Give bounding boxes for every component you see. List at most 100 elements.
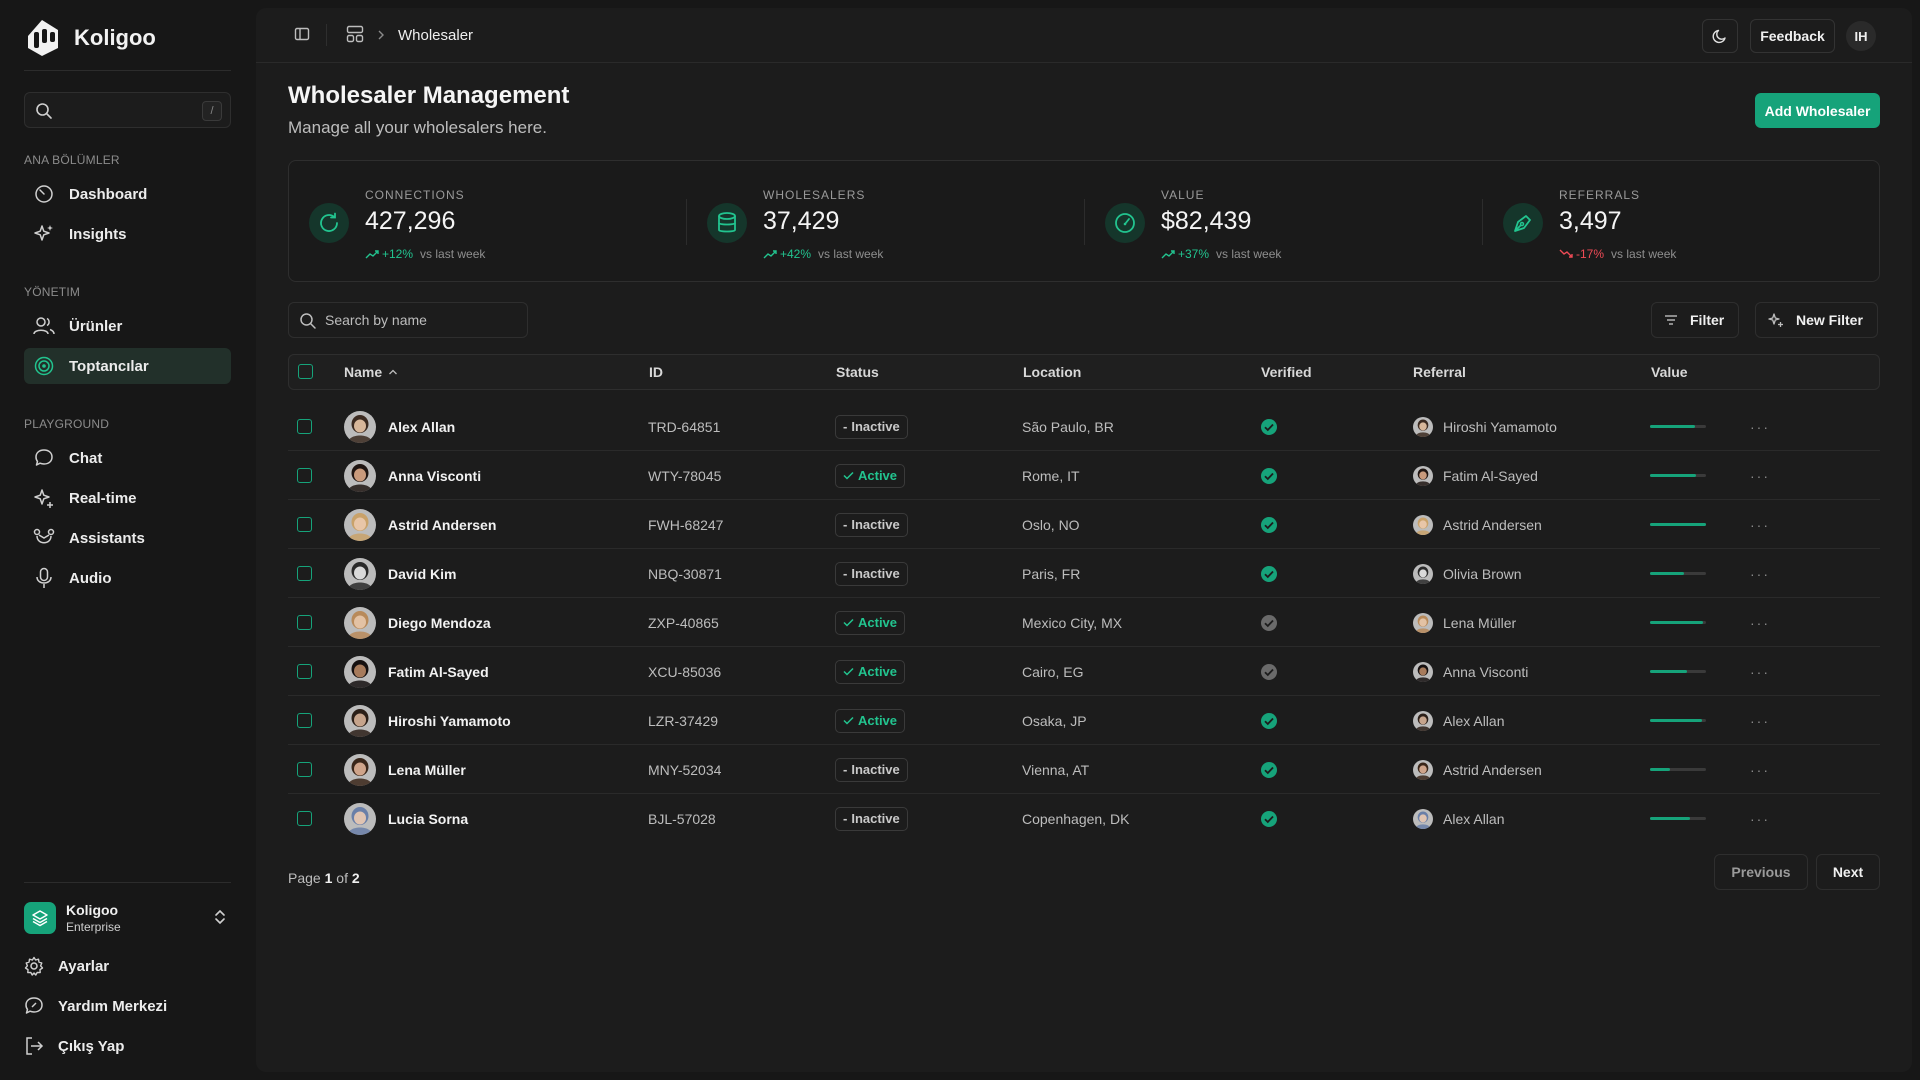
- name-cell[interactable]: Diego Mendoza: [344, 598, 491, 647]
- table-row[interactable]: Lena Müller MNY-52034 - Inactive Vienna, AT A…: [288, 745, 1880, 794]
- name-cell[interactable]: Fatim Al-Sayed: [344, 647, 489, 696]
- column-header-id: ID: [649, 364, 663, 380]
- name-cell[interactable]: Alex Allan: [344, 402, 455, 451]
- table-row[interactable]: Lucia Sorna BJL-57028 - Inactive Copenhagen,…: [288, 794, 1880, 843]
- value-bar: [1650, 768, 1706, 771]
- row-actions-button[interactable]: ···: [1750, 451, 1770, 500]
- table-row[interactable]: Alex Allan TRD-64851 - Inactive São Paulo, B…: [288, 402, 1880, 451]
- row-checkbox[interactable]: [297, 615, 312, 630]
- name-cell[interactable]: Lena Müller: [344, 745, 466, 794]
- row-checkbox[interactable]: [297, 566, 312, 581]
- refresh-icon: [309, 203, 349, 243]
- table-row[interactable]: Anna Visconti WTY-78045 Active Rome, IT Fati…: [288, 451, 1880, 500]
- row-actions-button[interactable]: ···: [1750, 402, 1770, 451]
- sidebar-item-cikis-yap[interactable]: Çıkış Yap: [24, 1031, 124, 1061]
- referral-cell: Astrid Andersen: [1413, 745, 1542, 794]
- row-checkbox[interactable]: [297, 517, 312, 532]
- row-checkbox[interactable]: [297, 762, 312, 777]
- search-input[interactable]: [325, 303, 521, 337]
- search-icon: [35, 102, 53, 120]
- stat-comparison: vs last week: [1611, 247, 1677, 261]
- value-bar: [1650, 670, 1706, 673]
- table-row[interactable]: Fatim Al-Sayed XCU-85036 Active Cairo, EG An…: [288, 647, 1880, 696]
- sidebar-item-yardim-merkezi[interactable]: Yardım Merkezi: [24, 991, 167, 1021]
- stat-label: VALUE: [1161, 188, 1205, 202]
- row-checkbox[interactable]: [297, 419, 312, 434]
- sidebar-toggle-icon[interactable]: [294, 26, 310, 42]
- value-cell: [1650, 696, 1706, 745]
- sidebar-item-urunler[interactable]: Ürünler: [24, 308, 231, 344]
- wholesaler-name: Anna Visconti: [388, 467, 482, 484]
- user-avatar[interactable]: IH: [1846, 21, 1876, 51]
- verified-cell: [1260, 696, 1278, 745]
- table-row[interactable]: Astrid Andersen FWH-68247 - Inactive Oslo, N…: [288, 500, 1880, 549]
- verified-cell: [1260, 794, 1278, 843]
- section-label: YÖNETIM: [24, 285, 81, 299]
- column-header-referral: Referral: [1413, 364, 1466, 380]
- feedback-button[interactable]: Feedback: [1750, 19, 1835, 53]
- users-icon: [33, 315, 55, 337]
- referral-name: Olivia Brown: [1443, 565, 1522, 582]
- row-actions-button[interactable]: ···: [1750, 500, 1770, 549]
- stat-trend: +37% vs last week: [1161, 247, 1281, 261]
- name-cell[interactable]: Anna Visconti: [344, 451, 481, 500]
- row-actions-button[interactable]: ···: [1750, 598, 1770, 647]
- value-bar-fill: [1650, 719, 1702, 722]
- sidebar-item-assistants[interactable]: Assistants: [24, 520, 231, 556]
- name-cell[interactable]: David Kim: [344, 549, 456, 598]
- select-all-checkbox[interactable]: [298, 364, 313, 379]
- chat-icon: [33, 447, 55, 469]
- sidebar-item-audio[interactable]: Audio: [24, 560, 231, 596]
- org-name: Koligoo: [66, 902, 119, 918]
- sidebar-item-ayarlar[interactable]: Ayarlar: [24, 951, 109, 981]
- row-actions-button[interactable]: ···: [1750, 794, 1770, 843]
- next-button[interactable]: Next: [1816, 854, 1880, 890]
- table-row[interactable]: David Kim NBQ-30871 - Inactive Paris, FR Oliv…: [288, 549, 1880, 598]
- location-cell: Cairo, EG: [1022, 663, 1084, 680]
- value-bar: [1650, 572, 1706, 575]
- previous-button[interactable]: Previous: [1714, 854, 1808, 890]
- layout-grid-icon[interactable]: [346, 25, 364, 43]
- row-actions-button[interactable]: ···: [1750, 549, 1770, 598]
- status-text: Active: [858, 468, 898, 483]
- theme-toggle-button[interactable]: [1702, 19, 1738, 53]
- row-checkbox[interactable]: [297, 811, 312, 826]
- verified-cell: [1260, 402, 1278, 451]
- org-switcher[interactable]: Koligoo Enterprise: [24, 898, 231, 938]
- row-actions-button[interactable]: ···: [1750, 696, 1770, 745]
- sidebar-item-realtime[interactable]: Real-time: [24, 480, 231, 516]
- column-header-status: Status: [836, 364, 879, 380]
- name-cell[interactable]: Astrid Andersen: [344, 500, 496, 549]
- status-badge: Active: [835, 659, 906, 684]
- sidebar-item-toptancilar[interactable]: Toptancılar: [24, 348, 231, 384]
- sidebar-search-input[interactable]: /: [24, 92, 231, 128]
- row-checkbox[interactable]: [297, 664, 312, 679]
- value-bar: [1650, 425, 1706, 428]
- name-cell[interactable]: Lucia Sorna: [344, 794, 468, 843]
- stat-change: +37%: [1178, 247, 1210, 261]
- row-actions-button[interactable]: ···: [1750, 647, 1770, 696]
- sparkles-icon: [33, 223, 55, 245]
- name-cell[interactable]: Hiroshi Yamamoto: [344, 696, 511, 745]
- page-word: Page: [288, 870, 321, 886]
- filter-button[interactable]: Filter: [1651, 302, 1740, 338]
- bot-icon: [33, 527, 55, 549]
- row-checkbox[interactable]: [297, 468, 312, 483]
- sidebar-item-chat[interactable]: Chat: [24, 440, 231, 476]
- table-row[interactable]: Hiroshi Yamamoto LZR-37429 Active Osaka, JP…: [288, 696, 1880, 745]
- stat-referrals: REFERRALS 3,497 -17% vs last week: [1483, 161, 1881, 281]
- add-wholesaler-button[interactable]: Add Wholesaler: [1755, 93, 1880, 128]
- sidebar-item-label: Audio: [69, 569, 112, 587]
- sidebar-item-dashboard[interactable]: Dashboard: [24, 176, 231, 212]
- sidebar-item-insights[interactable]: Insights: [24, 216, 231, 252]
- brand[interactable]: Koligoo: [24, 18, 156, 58]
- table-row[interactable]: Diego Mendoza ZXP-40865 Active Mexico City,…: [288, 598, 1880, 647]
- row-checkbox[interactable]: [297, 713, 312, 728]
- status-badge: Active: [835, 610, 906, 635]
- chevron-up-down-icon: [213, 908, 227, 926]
- row-actions-button[interactable]: ···: [1750, 745, 1770, 794]
- column-header-name[interactable]: Name: [344, 364, 398, 380]
- new-filter-button[interactable]: New Filter: [1755, 302, 1878, 338]
- moon-icon: [1712, 28, 1728, 44]
- dash-icon: -: [843, 419, 848, 434]
